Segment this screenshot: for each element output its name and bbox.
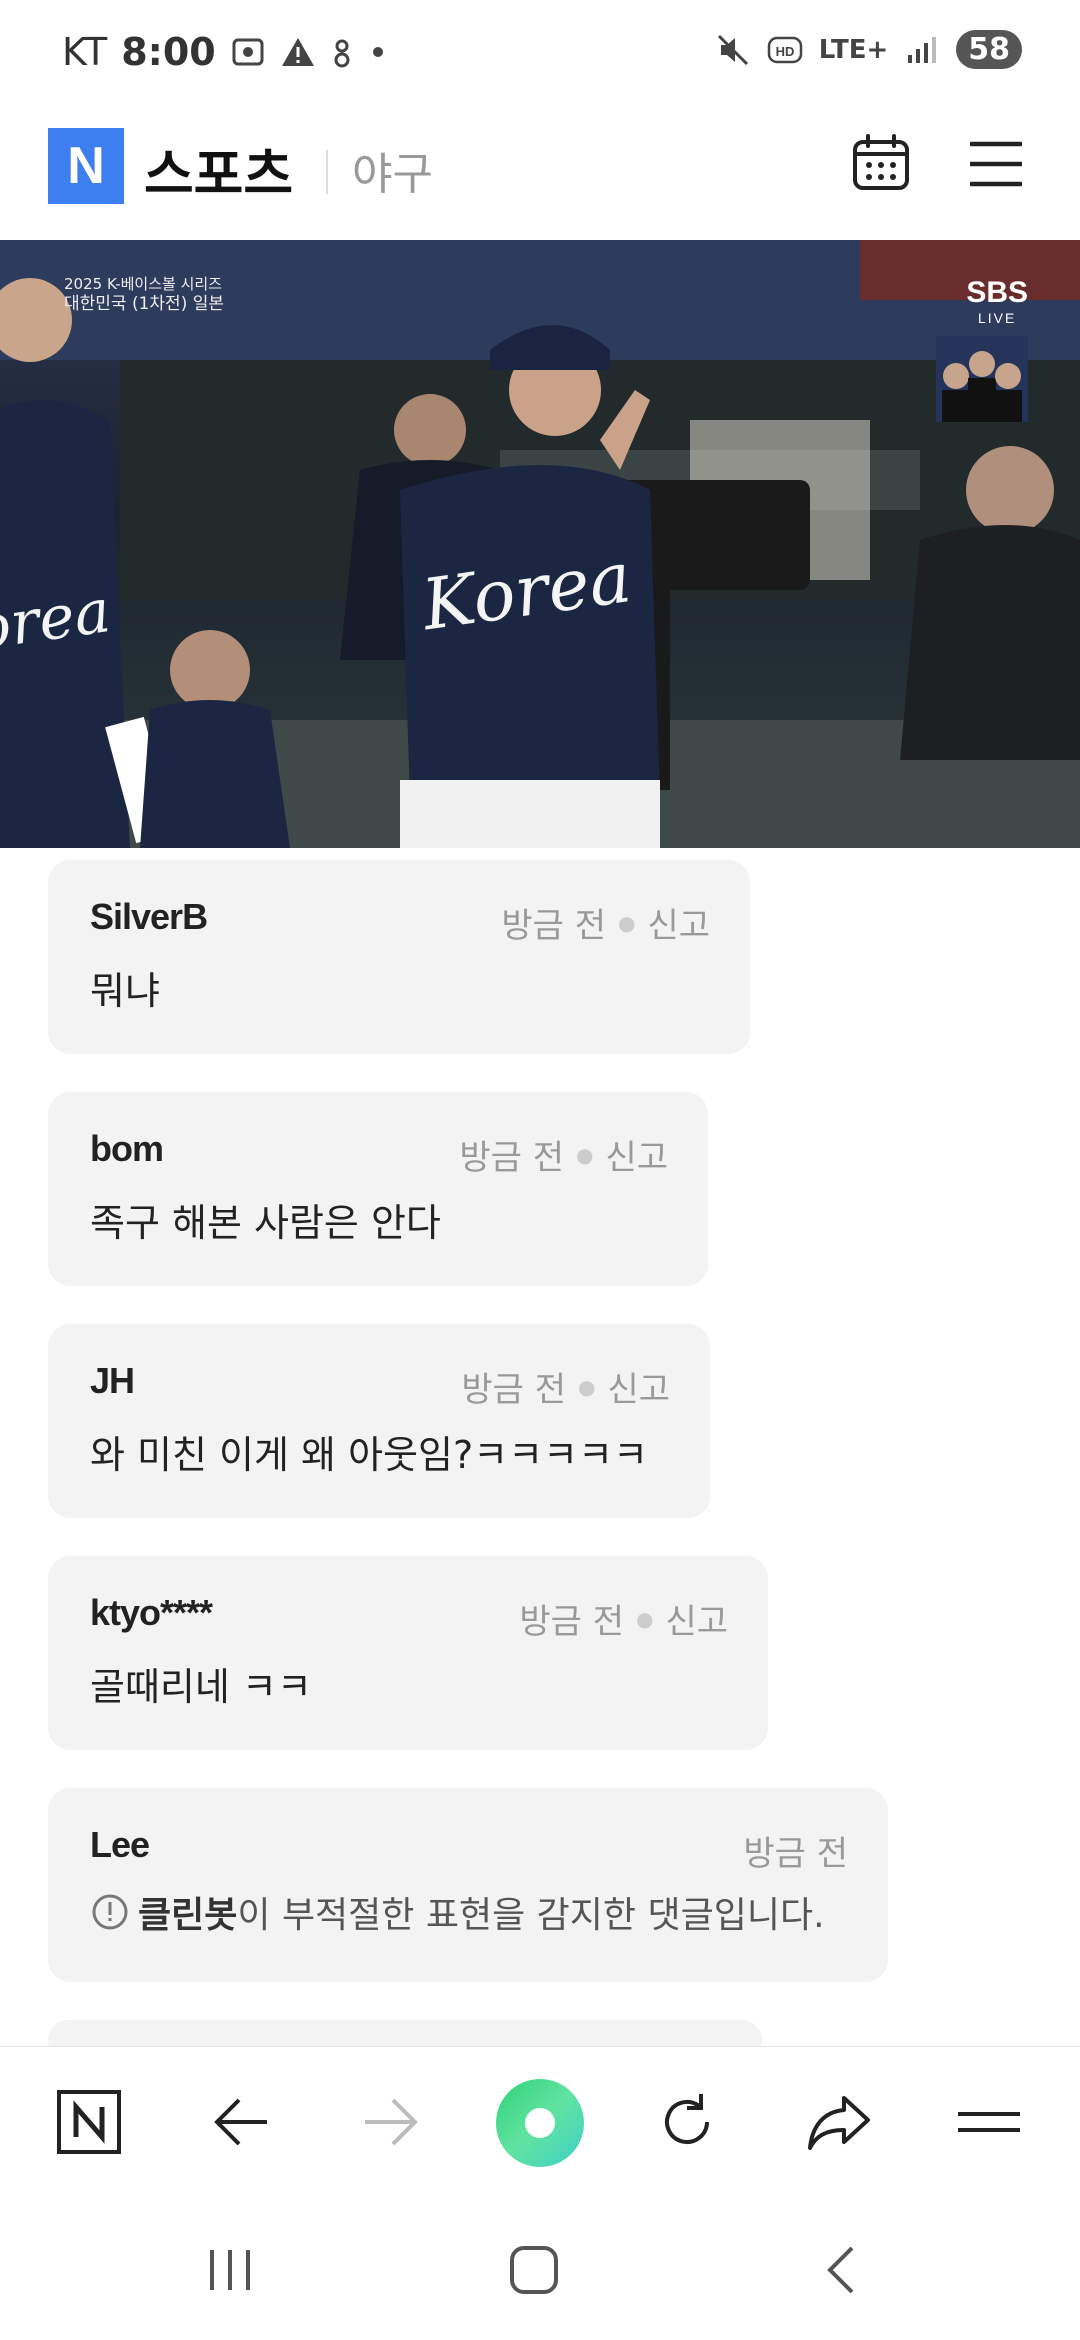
network-label: LTE+ <box>818 34 889 65</box>
video-frame: Korea orea <box>0 240 1080 848</box>
hd-icon: HD <box>767 36 802 63</box>
green-dot-center <box>525 2108 555 2138</box>
refresh-button[interactable] <box>652 2087 722 2157</box>
green-dot-icon[interactable] <box>496 2079 584 2167</box>
status-left: KT 8:00 <box>62 30 388 74</box>
cleanbot-name: 클린봇 <box>138 1895 238 1936</box>
section-title[interactable]: 스포츠 <box>144 130 293 209</box>
clock: 8:00 <box>121 30 216 74</box>
naver-logo[interactable]: N <box>48 128 124 204</box>
forward-icon <box>365 2098 418 2146</box>
recent-apps-icon[interactable] <box>204 2244 256 2296</box>
app-header: N 스포츠 야구 <box>0 110 1080 240</box>
share-icon <box>808 2096 870 2150</box>
report-button[interactable]: 신고 <box>647 898 710 947</box>
notification-icon <box>334 39 350 68</box>
meta-separator: ● <box>617 910 636 935</box>
comment-card: JH 방금 전 ● 신고 와 미친 이게 왜 아웃임?ㅋㅋㅋㅋㅋ <box>48 1324 710 1518</box>
comment-time: 방금 전 <box>519 1602 624 1642</box>
meta-separator: ● <box>577 1374 596 1399</box>
comment-meta: 방금 전 ● 신고 <box>461 1362 670 1411</box>
comment-time: 방금 전 <box>743 1834 848 1874</box>
scoreboard-caption: 2025 K-베이스볼 시리즈 대한민국 (1차전) 일본 <box>64 274 224 314</box>
comment-card: bom 방금 전 ● 신고 족구 해본 사람은 안다 <box>48 1092 708 1286</box>
cleanbot-message: 이 부적절한 표현을 감지한 댓글입니다. <box>237 1895 825 1936</box>
report-button[interactable]: 신고 <box>605 1130 668 1179</box>
svg-text:HD: HD <box>775 44 794 59</box>
system-navigation-bar <box>0 2196 1080 2340</box>
calendar-icon[interactable] <box>850 132 912 194</box>
live-video-player[interactable]: Korea orea 2025 K-베이스볼 시리즈 대한민국 (1차전) 일본… <box>0 240 1080 848</box>
back-icon <box>214 2098 267 2146</box>
comment-meta: 방금 전 <box>743 1826 848 1875</box>
battery-badge: 58 <box>956 30 1022 69</box>
comment-time: 방금 전 <box>461 1370 566 1410</box>
forward-button[interactable] <box>356 2087 426 2157</box>
back-button[interactable] <box>206 2087 276 2157</box>
more-notifications-dot-icon <box>372 47 383 57</box>
broadcaster-logo: SBS LIVE <box>966 276 1028 326</box>
comment-time: 방금 전 <box>459 1138 564 1178</box>
comment-meta: 방금 전 ● 신고 <box>519 1594 728 1643</box>
comment-text: 골때리네 ㅋㅋ <box>90 1665 312 1709</box>
comment-meta: 방금 전 ● 신고 <box>459 1130 668 1179</box>
screenshot-icon <box>232 38 264 66</box>
home-icon[interactable] <box>508 2244 560 2296</box>
refresh-icon <box>665 2094 709 2144</box>
comment-card: ktyo**** 방금 전 ● 신고 골때리네 ㅋㅋ <box>48 1556 768 1750</box>
menu-icon <box>958 2112 1020 2132</box>
comment-card: SilverB 방금 전 ● 신고 뭐냐 <box>48 860 750 1054</box>
status-bar: KT 8:00 HD LTE+ 58 <box>0 0 1080 110</box>
comment-meta: 방금 전 ● 신고 <box>501 898 710 947</box>
cleanbot-notice: 클린봇이 부적절한 표현을 감지한 댓글입니다. <box>90 1886 848 1938</box>
live-label: LIVE <box>977 310 1017 326</box>
system-back-icon[interactable] <box>816 2244 868 2296</box>
more-menu-button[interactable] <box>954 2087 1024 2157</box>
naver-home-button[interactable] <box>54 2087 124 2157</box>
subsection-title[interactable]: 야구 <box>352 138 433 202</box>
commentator-inset <box>936 336 1028 422</box>
comment-text: 족구 해본 사람은 안다 <box>90 1201 441 1245</box>
meta-separator: ● <box>575 1142 594 1167</box>
report-button[interactable]: 신고 <box>607 1362 670 1411</box>
signal-icon <box>908 36 937 63</box>
comment-author[interactable]: Lee <box>90 1824 848 1866</box>
matchup-label: 대한민국 (1차전) 일본 <box>64 294 225 314</box>
hamburger-menu-icon[interactable] <box>966 136 1026 192</box>
comment-time: 방금 전 <box>501 906 606 946</box>
title-divider <box>326 150 328 194</box>
report-button[interactable]: 신고 <box>665 1594 728 1643</box>
browser-toolbar <box>0 2046 1080 2196</box>
mute-icon <box>717 34 748 65</box>
broadcaster-name: SBS <box>966 276 1028 309</box>
share-button[interactable] <box>804 2087 874 2157</box>
info-circle-icon <box>92 1894 128 1930</box>
status-right: HD LTE+ 58 <box>715 30 1022 69</box>
series-title: 2025 K-베이스볼 시리즈 <box>64 275 222 293</box>
warning-icon <box>281 38 314 66</box>
carrier-label: KT <box>62 30 108 74</box>
comment-text: 뭐냐 <box>90 969 160 1013</box>
comment-card-filtered: Lee 방금 전 클린봇이 부적절한 표현을 감지한 댓글입니다. <box>48 1788 888 1982</box>
meta-separator: ● <box>635 1606 654 1631</box>
naver-home-icon <box>57 2090 121 2154</box>
comment-text: 와 미친 이게 왜 아웃임?ㅋㅋㅋㅋㅋ <box>90 1433 648 1477</box>
